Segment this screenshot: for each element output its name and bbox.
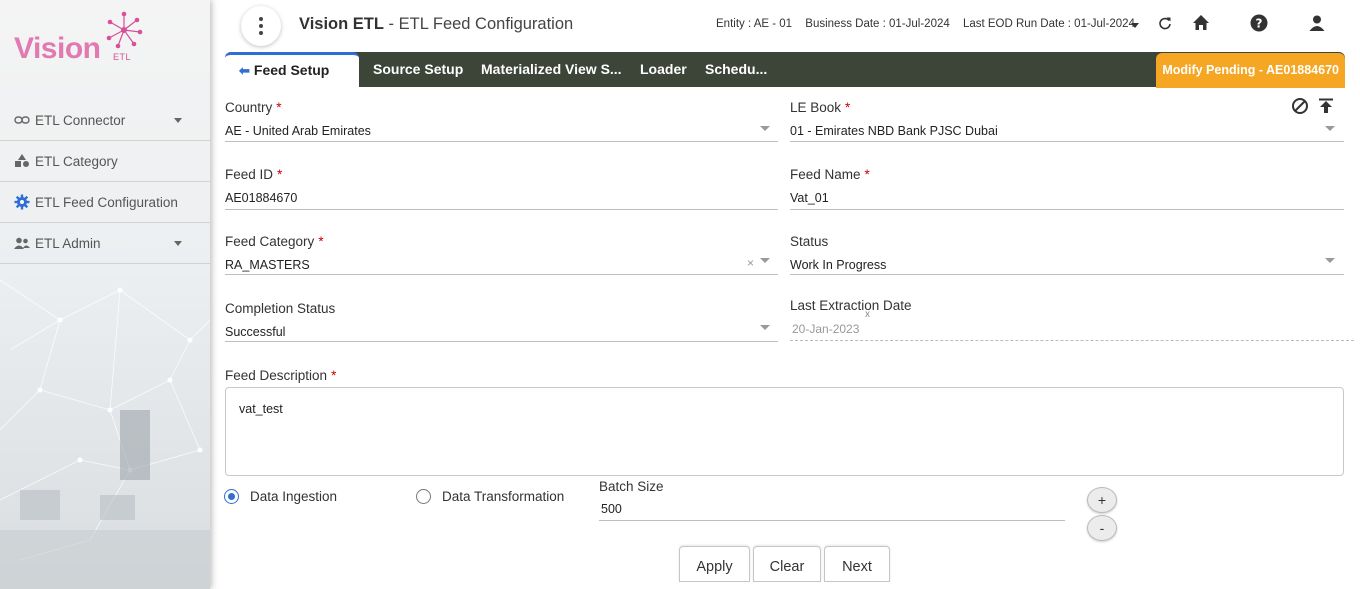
batch-size-underline	[599, 520, 1065, 521]
chevron-down-icon[interactable]	[760, 325, 770, 330]
feed-name-underline	[790, 209, 1344, 210]
le-book-select[interactable]: 01 - Emirates NBD Bank PJSC Dubai	[790, 124, 998, 138]
menu-toggle-button[interactable]	[241, 6, 281, 46]
chevron-down-icon[interactable]	[760, 258, 770, 263]
clear-button[interactable]: Clear	[753, 546, 821, 582]
network-background-image	[0, 279, 210, 589]
tab-materialized-view[interactable]: Materialized View S...	[481, 52, 622, 87]
sidebar-item-label: ETL Category	[35, 153, 118, 169]
users-icon	[14, 236, 32, 250]
le-book-label: LE Book *	[790, 100, 851, 115]
app-name: Vision ETL	[299, 15, 384, 33]
country-underline	[225, 141, 778, 142]
decrement-button[interactable]: -	[1087, 515, 1117, 541]
tab-source-setup[interactable]: Source Setup	[373, 52, 463, 87]
chevron-down-icon	[174, 118, 182, 123]
upload-icon[interactable]	[1317, 97, 1335, 115]
kebab-menu-icon	[259, 16, 263, 37]
chevron-down-icon[interactable]	[1325, 258, 1335, 263]
tab-label: Feed Setup	[253, 62, 330, 78]
link-icon	[14, 113, 32, 127]
sidebar-item-label: ETL Feed Configuration	[35, 194, 178, 210]
tab-feed-setup[interactable]: ⬅ Feed Setup	[225, 52, 359, 87]
required-marker: *	[277, 167, 283, 182]
chevron-down-icon	[174, 241, 182, 246]
arrow-left-icon: ⬅	[239, 63, 250, 78]
logo-subtext: ETL	[113, 52, 132, 62]
svg-text:?: ?	[1256, 17, 1263, 31]
batch-size-input[interactable]: 500	[601, 502, 622, 516]
feed-description-textarea[interactable]: vat_test	[225, 387, 1344, 476]
eod-date-info: Last EOD Run Date : 01-Jul-2024	[962, 18, 1135, 30]
last-extraction-underline	[790, 340, 1354, 341]
entity-info: Entity : AE - 01	[716, 18, 793, 30]
next-button[interactable]: Next	[824, 546, 890, 582]
batch-size-label: Batch Size	[599, 479, 664, 494]
feed-name-input[interactable]: Vat_01	[790, 191, 829, 205]
page-title: Vision ETL - ETL Feed Configuration	[299, 15, 573, 34]
help-icon[interactable]: ?	[1250, 14, 1268, 32]
completion-status-select[interactable]: Successful	[225, 325, 285, 339]
completion-status-underline	[225, 341, 778, 342]
feed-name-label: Feed Name *	[790, 167, 870, 182]
completion-status-label: Completion Status	[225, 301, 336, 316]
feed-category-select[interactable]: RA_MASTERS	[225, 258, 310, 272]
modify-pending-badge: Modify Pending - AE01884670	[1156, 53, 1345, 88]
data-transformation-label: Data Transformation	[442, 489, 565, 504]
status-label: Status	[790, 234, 829, 249]
sidebar-item-etl-connector[interactable]: ETL Connector	[0, 100, 210, 141]
session-info: Entity : AE - 01 Business Date : 01-Jul-…	[716, 18, 1145, 30]
session-dropdown-icon[interactable]	[1131, 23, 1139, 28]
feed-id-underline	[225, 209, 778, 210]
tab-loader[interactable]: Loader	[640, 52, 687, 87]
data-ingestion-radio[interactable]	[224, 489, 239, 504]
required-marker: *	[864, 167, 870, 182]
refresh-icon[interactable]	[1156, 14, 1174, 32]
country-select[interactable]: AE - United Arab Emirates	[225, 124, 371, 138]
required-marker: *	[318, 234, 324, 249]
feed-category-underline	[225, 274, 778, 275]
vision-etl-logo: Vision ETL	[14, 10, 144, 70]
sidebar-item-etl-feed-configuration[interactable]: ETL Feed Configuration	[0, 182, 210, 223]
status-select[interactable]: Work In Progress	[790, 258, 886, 272]
required-marker: *	[276, 100, 282, 115]
increment-button[interactable]: +	[1087, 487, 1117, 513]
sidebar-item-etl-category[interactable]: ETL Category	[0, 141, 210, 182]
le-book-underline	[790, 141, 1344, 142]
business-date-info: Business Date : 01-Jul-2024	[805, 18, 950, 30]
feed-id-input[interactable]: AE01884670	[225, 191, 297, 205]
status-underline	[790, 274, 1344, 275]
last-extraction-date-label: Last Extraction Date	[790, 298, 912, 313]
clear-icon[interactable]: ×	[747, 256, 754, 270]
required-marker: *	[331, 368, 337, 383]
data-ingestion-label: Data Ingestion	[250, 489, 338, 504]
required-marker: *	[845, 100, 851, 115]
user-icon[interactable]	[1308, 14, 1326, 32]
sidebar-item-label: ETL Connector	[35, 112, 126, 128]
gear-icon	[14, 194, 32, 210]
block-icon[interactable]	[1291, 97, 1309, 115]
apply-button[interactable]: Apply	[679, 546, 750, 582]
sidebar-item-label: ETL Admin	[35, 235, 101, 251]
clear-icon[interactable]: x	[865, 309, 870, 320]
home-icon[interactable]	[1192, 14, 1210, 32]
sidebar-nav: ETL Connector ETL Category ETL Feed Conf…	[0, 100, 210, 264]
sidebar-item-etl-admin[interactable]: ETL Admin	[0, 223, 210, 264]
chevron-down-icon[interactable]	[760, 126, 770, 131]
chevron-down-icon[interactable]	[1325, 126, 1335, 131]
feed-category-label: Feed Category *	[225, 234, 324, 249]
country-label: Country *	[225, 100, 282, 115]
feed-description-label: Feed Description *	[225, 368, 337, 383]
logo-text: Vision	[14, 32, 101, 65]
tab-bar: ⬅ Feed Setup Source Setup Materialized Vi…	[225, 52, 1345, 88]
logo-burst-icon	[106, 11, 143, 49]
data-transformation-radio[interactable]	[416, 489, 431, 504]
tab-scheduler[interactable]: Schedu...	[705, 52, 767, 87]
page-name: - ETL Feed Configuration	[383, 15, 574, 33]
feed-id-label: Feed ID *	[225, 167, 283, 182]
last-extraction-date-input: 20-Jan-2023	[792, 322, 860, 336]
shapes-icon	[14, 154, 32, 168]
sidebar: Vision ETL ETL Connector ETL Category ET…	[0, 0, 210, 589]
